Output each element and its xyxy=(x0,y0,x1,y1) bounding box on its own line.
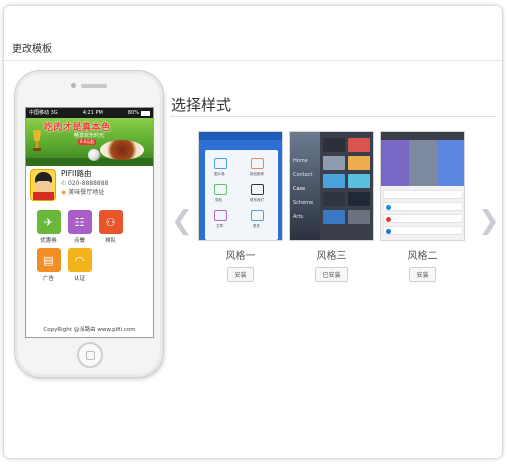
feature-tile[interactable]: ◠ 认证 xyxy=(64,248,95,282)
style-option-2: 风格二 安装 xyxy=(380,131,465,282)
style-2-thumbnail[interactable] xyxy=(380,131,465,241)
banner-price: 8.8元起 xyxy=(78,139,97,145)
feature-tiles: ✈ 优惠券 ☷ 点餐 ⚇ 排队 ▤ 广告 ◠ 认证 xyxy=(26,206,153,286)
promo-banner[interactable]: 吃肉才是真本色 畅享欢乐时光 8.8元起 xyxy=(26,118,153,166)
section-heading: 选择样式 xyxy=(171,96,232,114)
phone-footer: CopyRight @派路由 www.pifii.com xyxy=(43,327,136,333)
store-info: PIFII路由 ✆ 020-8888888 ◉ 美味餐厅地址 xyxy=(26,166,153,206)
football-icon xyxy=(88,149,100,161)
feature-tile-label: 认证 xyxy=(73,276,85,282)
home-button[interactable] xyxy=(77,342,103,368)
queue-icon: ⚇ xyxy=(98,210,123,234)
wifi-icon: ◠ xyxy=(67,248,92,272)
style-1-name: 风格一 xyxy=(225,251,256,262)
style-3-name: 风格三 xyxy=(316,251,347,262)
style-2-name: 风格二 xyxy=(407,251,438,262)
ticket-icon: ✈ xyxy=(36,210,61,234)
feature-tile-label: 优惠券 xyxy=(40,238,57,244)
template-dialog: 更改模板 中国移动 3G 4:21 PM 80% 吃肉才是真本色 畅享欢乐时光 … xyxy=(4,6,502,458)
feature-tile[interactable]: ⚇ 排队 xyxy=(95,210,126,244)
title-divider xyxy=(4,60,502,61)
feature-tile[interactable]: ▤ 广告 xyxy=(33,248,64,282)
style-option-3: Home Contact Case Scheme Arts 风格三 已安装 xyxy=(289,131,374,282)
style-option-1: 图片墙 新品推荐 导航 联系我们 文章 更多 风格一 安装 xyxy=(198,131,283,282)
feature-tile-label: 排队 xyxy=(104,238,116,244)
store-address[interactable]: 美味餐厅地址 xyxy=(68,188,104,197)
food-plate-image xyxy=(100,140,144,160)
battery-icon xyxy=(140,110,150,116)
speaker-grille xyxy=(81,84,107,88)
store-name: PIFII路由 xyxy=(61,169,92,178)
heading-divider xyxy=(170,116,496,117)
phone-screen: 中国移动 3G 4:21 PM 80% 吃肉才是真本色 畅享欢乐时光 8.8元起 xyxy=(25,107,154,338)
carrier-label: 中国移动 xyxy=(29,110,50,116)
install-button[interactable]: 安装 xyxy=(409,267,436,282)
phone-preview: 中国移动 3G 4:21 PM 80% 吃肉才是真本色 畅享欢乐时光 8.8元起 xyxy=(14,70,164,378)
menu-icon: ☷ xyxy=(67,210,92,234)
clock-label: 4:21 PM xyxy=(82,110,103,116)
style-1-thumbnail[interactable]: 图片墙 新品推荐 导航 联系我们 文章 更多 xyxy=(198,131,283,241)
chevron-left-icon[interactable]: ❮ xyxy=(171,208,193,234)
feature-tile-label: 点餐 xyxy=(73,238,85,244)
trophy-icon xyxy=(33,130,41,151)
store-phone[interactable]: 020-8888888 xyxy=(68,179,108,188)
location-icon: ◉ xyxy=(61,189,67,196)
network-label: 3G xyxy=(50,110,58,116)
battery-label: 80% xyxy=(127,110,139,116)
store-logo xyxy=(30,169,56,201)
status-bar: 中国移动 3G 4:21 PM 80% xyxy=(26,108,153,118)
camera-icon xyxy=(71,83,76,88)
page-title: 更改模板 xyxy=(12,44,52,55)
chevron-right-icon[interactable]: ❯ xyxy=(478,208,500,234)
style-3-thumbnail[interactable]: Home Contact Case Scheme Arts xyxy=(289,131,374,241)
install-button[interactable]: 安装 xyxy=(227,267,254,282)
ad-icon: ▤ xyxy=(36,248,61,272)
feature-tile[interactable]: ✈ 优惠券 xyxy=(33,210,64,244)
installed-button[interactable]: 已安装 xyxy=(315,267,348,282)
phone-icon: ✆ xyxy=(61,180,67,187)
feature-tile[interactable]: ☷ 点餐 xyxy=(64,210,95,244)
feature-tile-label: 广告 xyxy=(42,276,54,282)
banner-subline: 畅享欢乐时光 xyxy=(74,133,105,139)
